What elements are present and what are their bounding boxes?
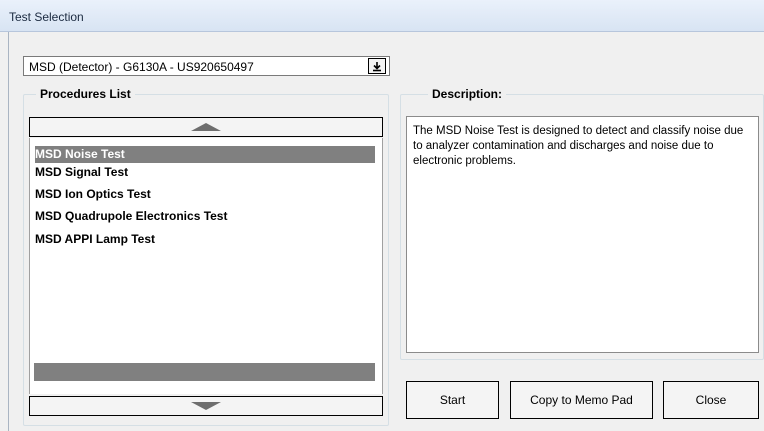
window-title: Test Selection [9, 10, 84, 24]
procedures-label: Procedures List [36, 87, 135, 101]
start-button-label: Start [439, 393, 466, 407]
copy-button-label: Copy to Memo Pad [530, 393, 633, 407]
list-item-label: MSD Noise Test [35, 147, 125, 161]
description-text-area[interactable]: The MSD Noise Test is designed to detect… [406, 116, 759, 353]
copy-to-memo-pad-button[interactable]: Copy to Memo Pad [510, 381, 653, 419]
start-button[interactable]: Start [406, 381, 499, 419]
dropdown-button[interactable] [368, 58, 386, 74]
list-item-label: MSD Signal Test [35, 165, 129, 179]
close-button-label: Close [695, 393, 727, 407]
list-item-label: MSD Quadrupole Electronics Test [35, 209, 228, 223]
list-item-msd-signal-test[interactable]: MSD Signal Test [35, 164, 375, 181]
arrow-down-to-line-icon [373, 61, 381, 71]
device-select-value: MSD (Detector) - G6130A - US920650497 [29, 60, 254, 74]
scroll-down-button[interactable] [29, 396, 383, 416]
list-item-msd-appi-lamp-test[interactable]: MSD APPI Lamp Test [35, 231, 375, 248]
window-border [8, 32, 9, 431]
list-item-label: MSD Ion Optics Test [35, 187, 151, 201]
list-item-msd-ion-optics-test[interactable]: MSD Ion Optics Test [35, 186, 375, 203]
triangle-up-icon [191, 123, 221, 131]
list-item-msd-noise-test[interactable]: MSD Noise Test [35, 146, 375, 163]
title-bar: Test Selection [0, 0, 764, 32]
test-selection-window: Test Selection MSD (Detector) - G6130A -… [0, 0, 764, 431]
scroll-track[interactable] [34, 363, 375, 381]
triangle-down-icon [191, 402, 221, 410]
scroll-up-button[interactable] [29, 117, 383, 137]
description-text: The MSD Noise Test is designed to detect… [413, 125, 744, 167]
procedures-list[interactable]: MSD Noise Test MSD Signal Test MSD Ion O… [29, 138, 383, 394]
device-select[interactable]: MSD (Detector) - G6130A - US920650497 [23, 56, 390, 76]
list-item-label: MSD APPI Lamp Test [35, 232, 156, 246]
list-item-msd-quadrupole-electronics-test[interactable]: MSD Quadrupole Electronics Test [35, 208, 375, 225]
description-label: Description: [428, 87, 507, 101]
close-button[interactable]: Close [663, 381, 759, 419]
